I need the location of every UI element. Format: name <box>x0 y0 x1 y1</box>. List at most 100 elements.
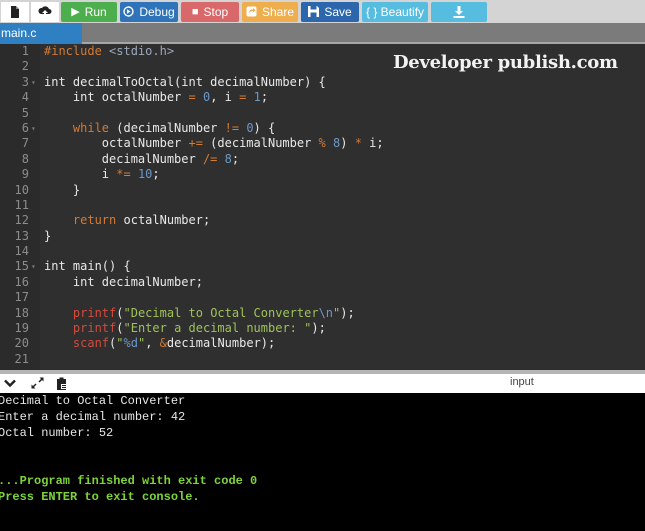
line-number: 21 <box>14 351 29 366</box>
code-token: ); <box>311 321 326 336</box>
code-line: 6 ▾ while (decimalNumber != 0) { <box>0 121 645 136</box>
console-status-line: ...Program finished with exit code 0 <box>0 474 258 488</box>
code-line: 12 return octalNumber; <box>0 213 645 228</box>
code-line: 3 ▾ int decimalToOctal(int decimalNumber) … <box>0 75 645 90</box>
share-button[interactable]: Share <box>242 1 298 22</box>
io-bar: input <box>0 374 645 393</box>
toolbar: ▶ Run Debug ■ Stop Share Save { } Beauti… <box>0 0 645 23</box>
code-text: } <box>44 183 80 198</box>
code-token: += <box>188 136 203 151</box>
file-icon <box>11 5 19 18</box>
code-token: octalNumber; <box>116 213 211 228</box>
download-button[interactable] <box>431 1 487 22</box>
code-line: 15 ▾ int main() { <box>0 259 645 274</box>
debug-button[interactable]: Debug <box>120 1 178 22</box>
code-line: 9 i *= 10; <box>0 167 645 182</box>
code-token: ( <box>116 305 124 320</box>
code-editor[interactable]: 1 #include <stdio.h> 2 3 ▾ int decimalToOctal… <box>0 44 645 370</box>
code-token: ); <box>340 305 355 320</box>
code-token: int decimalToOctal(int decimalNumber) { <box>44 74 326 89</box>
code-lines: 1 #include <stdio.h> 2 3 ▾ int decimalToOctal… <box>0 44 645 367</box>
clipboard-icon[interactable] <box>54 376 70 390</box>
line-number: 9 <box>21 167 29 182</box>
code-text: scanf("%d", &decimalNumber); <box>44 336 275 351</box>
fold-toggle-icon[interactable]: ▾ <box>31 121 36 136</box>
code-line: 20 scanf("%d", &decimalNumber); <box>0 336 645 351</box>
run-button[interactable]: ▶ Run <box>61 1 117 22</box>
code-line: 17 <box>0 290 645 305</box>
stop-button[interactable]: ■ Stop <box>181 1 239 22</box>
code-token: (decimalNumber <box>109 120 225 135</box>
code-token: 8 <box>224 151 232 166</box>
save-icon <box>308 6 320 17</box>
code-line: 4 int octalNumber = 0, i = 1; <box>0 90 645 105</box>
code-token: * <box>354 136 362 151</box>
share-icon <box>246 6 257 17</box>
beautify-button[interactable]: { } Beautify <box>362 1 428 22</box>
chevron-down-icon[interactable] <box>2 376 18 390</box>
stop-label: Stop <box>203 4 229 19</box>
line-number: 18 <box>14 305 29 320</box>
code-token: int octalNumber <box>44 90 189 105</box>
code-token: = <box>188 90 196 105</box>
line-number: 17 <box>14 290 29 305</box>
code-text: #include <stdio.h> <box>44 44 174 59</box>
console-blank <box>0 441 643 457</box>
console-line: Decimal to Octal Converter <box>0 394 186 408</box>
code-token: decimalNumber); <box>166 336 276 351</box>
line-number: 6 <box>21 120 29 135</box>
tab-bar: main.c <box>0 23 645 44</box>
line-number: 20 <box>14 336 29 351</box>
console-status-line: Press ENTER to exit console. <box>0 490 200 504</box>
console-line: Enter a decimal number: 42 <box>0 410 186 424</box>
code-token: printf <box>72 321 117 336</box>
code-text: decimalNumber /= 8; <box>44 152 239 167</box>
code-token: 1 <box>253 90 261 105</box>
code-token: " <box>116 336 124 351</box>
code-token: } <box>44 182 81 197</box>
code-token: , i <box>210 90 240 105</box>
code-text: printf("Decimal to Octal Converter\n"); <box>44 306 355 321</box>
upload-button[interactable] <box>31 1 59 22</box>
code-token: % <box>318 136 326 151</box>
code-text: octalNumber += (decimalNumber % 8) * i; <box>44 136 384 151</box>
code-line: 10 } <box>0 183 645 198</box>
stop-icon: ■ <box>191 5 199 18</box>
code-token: "Decimal to Octal Converter <box>123 305 319 320</box>
line-number: 2 <box>21 59 29 74</box>
fold-toggle-icon[interactable]: ▾ <box>31 75 36 90</box>
fold-toggle-icon[interactable]: ▾ <box>31 259 36 274</box>
save-label: Save <box>324 4 352 19</box>
line-number: 14 <box>14 244 29 259</box>
code-token: \n <box>318 305 334 320</box>
console-output[interactable]: Decimal to Octal Converter Enter a decim… <box>0 393 645 531</box>
code-text: printf("Enter a decimal number: "); <box>44 321 326 336</box>
code-token: != <box>224 120 240 135</box>
save-button[interactable]: Save <box>301 1 359 22</box>
tab-main-c[interactable]: main.c <box>0 23 82 44</box>
code-text: } <box>44 229 51 244</box>
code-text: int octalNumber = 0, i = 1; <box>44 90 268 105</box>
line-number: 12 <box>14 213 29 228</box>
new-file-button[interactable] <box>1 1 29 22</box>
input-label: input <box>510 376 534 388</box>
expand-icon[interactable] <box>29 376 45 390</box>
console-line: Octal number: 52 <box>0 426 114 440</box>
code-line: 19 printf("Enter a decimal number: "); <box>0 321 645 336</box>
code-token: int decimalNumber; <box>44 274 203 289</box>
code-token: octalNumber <box>44 136 189 151</box>
code-token: & <box>159 336 167 351</box>
code-text: while (decimalNumber != 0) { <box>44 121 275 136</box>
code-token: printf <box>72 305 117 320</box>
